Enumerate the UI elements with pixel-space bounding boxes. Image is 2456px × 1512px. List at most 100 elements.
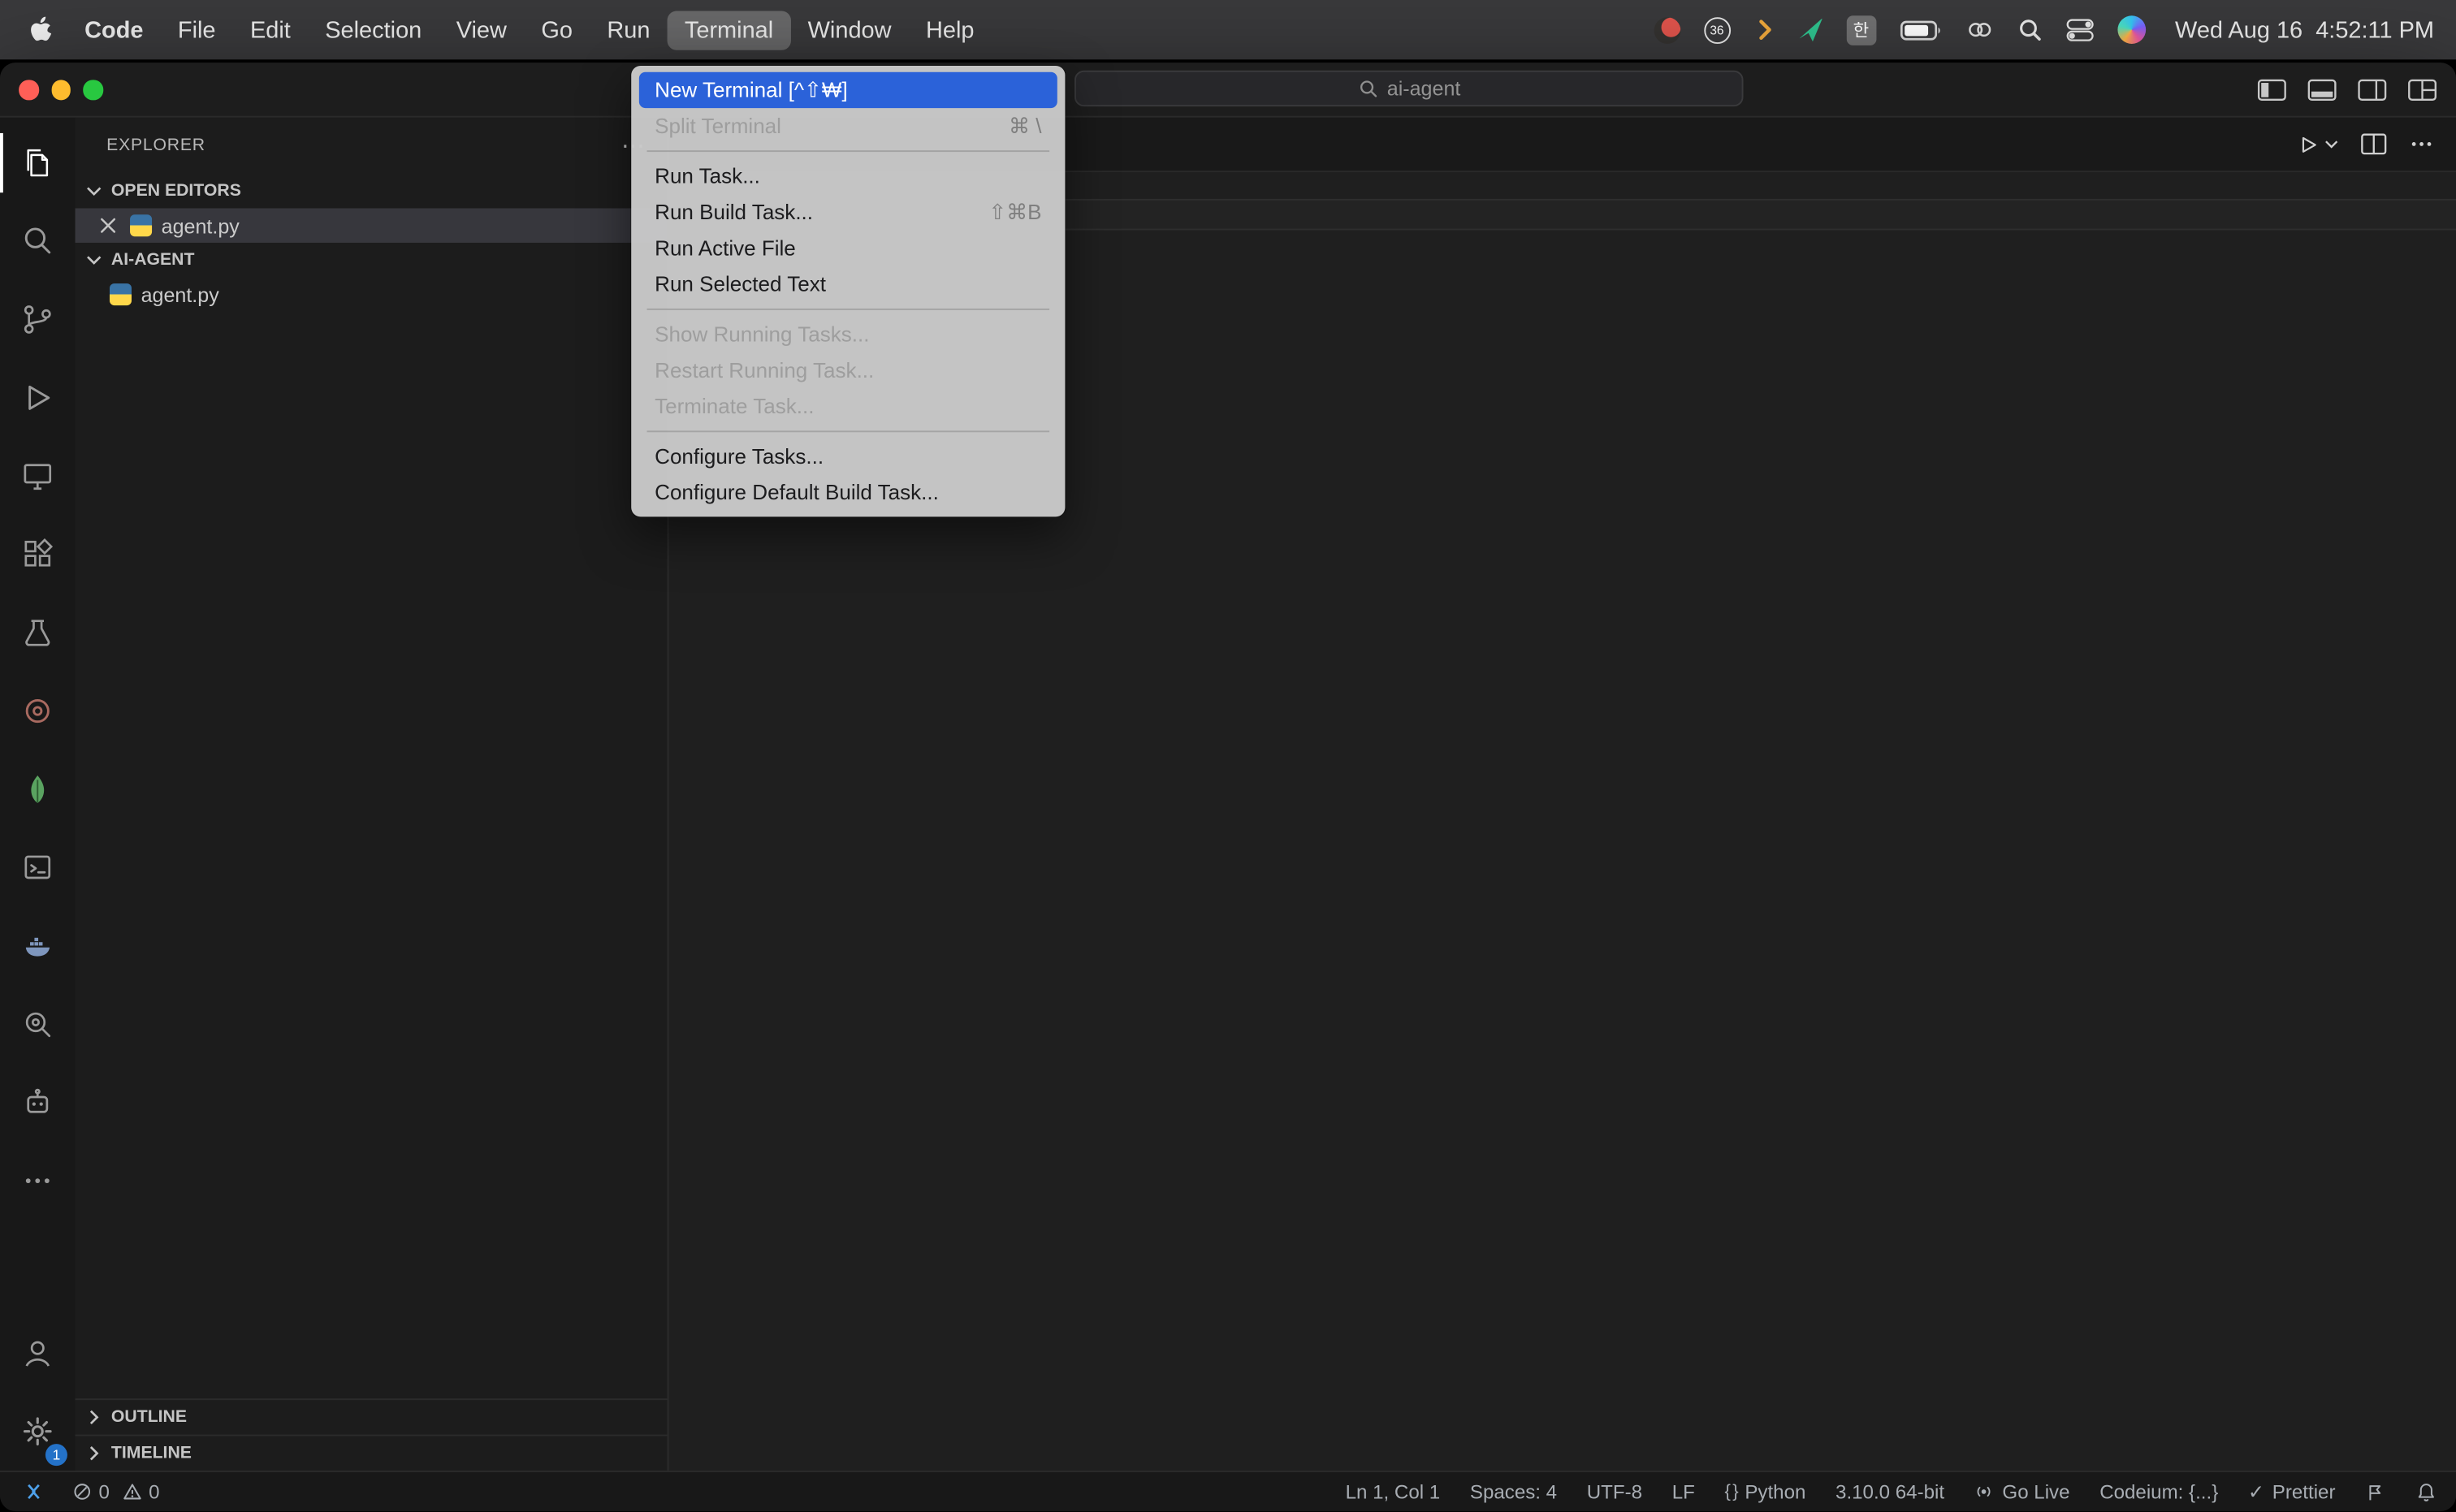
menubar-menu[interactable]: View (439, 11, 524, 50)
check-icon: ✓ (2247, 1481, 2265, 1504)
run-and-debug-icon[interactable] (0, 359, 76, 437)
ai-assistant-icon[interactable] (0, 1063, 76, 1141)
menu-separator (646, 150, 1050, 153)
menu-item-wrap: Configure Default Build Task... (631, 474, 1065, 510)
close-window-button[interactable] (19, 80, 39, 100)
source-control-icon[interactable] (0, 280, 76, 358)
statusbar-right: Ln 1, Col 1 Spaces: 4 UTF-8 LF { } Python… (1346, 1480, 2456, 1503)
broadcast-icon (1978, 1487, 1991, 1497)
siri-icon[interactable] (2117, 15, 2146, 44)
menu-item[interactable]: Restart Running Task... (639, 352, 1057, 388)
extensions-icon[interactable] (0, 515, 76, 593)
app-menu-code[interactable]: Code (67, 11, 161, 50)
remote-explorer-icon[interactable] (0, 437, 76, 515)
encoding[interactable]: UTF-8 (1587, 1480, 1642, 1502)
menu-item-wrap: Run Active File (631, 230, 1065, 266)
menu-item-wrap: New Terminal [^⇧₩] (631, 71, 1065, 109)
outline-label: OUTLINE (110, 1407, 188, 1427)
open-editor-filename: agent.py (161, 214, 240, 238)
traffic-lights (19, 80, 103, 100)
menu-item[interactable]: Run Active File (639, 230, 1057, 266)
indentation[interactable]: Spaces: 4 (1470, 1480, 1557, 1502)
menu-item-label: Configure Tasks... (655, 444, 824, 469)
menu-item[interactable]: Split Terminal ⌘ \ (639, 108, 1057, 144)
notifications-bell-icon[interactable] (2415, 1480, 2437, 1502)
open-editor-item-agent-py[interactable]: agent.py (75, 208, 668, 243)
close-icon[interactable] (96, 216, 121, 235)
braces-icon: { } (1724, 1482, 1738, 1501)
remote-indicator[interactable] (10, 1480, 57, 1503)
search-icon[interactable] (0, 202, 76, 280)
menubar-menu[interactable]: Run (590, 11, 668, 50)
menu-item[interactable]: Run Selected Text (639, 266, 1057, 302)
menubar-menu[interactable]: File (161, 11, 233, 50)
docker-icon[interactable] (0, 907, 76, 985)
menubar-menu[interactable]: Edit (233, 11, 308, 50)
menu-item[interactable]: Configure Tasks... (639, 438, 1057, 474)
file-item-agent-py[interactable]: agent.py (76, 277, 668, 311)
eol-sequence[interactable]: LF (1672, 1480, 1695, 1502)
maximize-window-button[interactable] (83, 80, 103, 100)
menu-item[interactable]: New Terminal [^⇧₩] (638, 71, 1057, 109)
testing-icon[interactable] (0, 594, 76, 672)
more-icon[interactable] (0, 1142, 76, 1220)
menu-item-label: Terminate Task... (655, 394, 815, 418)
accounts-icon[interactable] (0, 1314, 76, 1392)
menu-item[interactable]: Show Running Tasks... (639, 317, 1057, 352)
toggle-primary-sidebar-icon[interactable] (2257, 78, 2287, 102)
outline-section-header[interactable]: OUTLINE (75, 1398, 668, 1434)
app-status-icon[interactable] (1653, 16, 1680, 44)
settings-gear-icon[interactable]: 1 (0, 1392, 76, 1470)
menu-item[interactable]: Run Build Task... ⇧⌘B (639, 194, 1057, 230)
codeium-status[interactable]: Codeium: {...} (2099, 1480, 2218, 1502)
flag-icon[interactable] (2365, 1480, 2385, 1502)
menu-item-label: Run Task... (655, 164, 760, 188)
more-actions-icon[interactable] (2409, 133, 2434, 155)
run-python-file-button[interactable] (2296, 132, 2338, 156)
command-center[interactable]: ai-agent (1074, 70, 1744, 107)
minimize-window-button[interactable] (50, 80, 71, 100)
menu-item-shortcut: ⇧⌘B (988, 199, 1042, 223)
cpu-meter-icon[interactable]: 36 (1703, 16, 1731, 44)
code-search-icon[interactable] (0, 985, 76, 1063)
green-app-icon[interactable] (1799, 18, 1823, 42)
control-center-icon[interactable] (2065, 17, 2094, 42)
menu-item[interactable]: Terminate Task... (639, 388, 1057, 424)
toggle-secondary-sidebar-icon[interactable] (2357, 78, 2387, 102)
menu-item-wrap: Configure Tasks... (631, 438, 1065, 474)
spotlight-search-icon[interactable] (2017, 17, 2042, 42)
input-source-indicator[interactable]: 한 (1846, 15, 1876, 45)
cursor-position[interactable]: Ln 1, Col 1 (1346, 1480, 1441, 1502)
menubar-menu[interactable]: Window (790, 11, 908, 50)
menubar-menu[interactable]: Selection (308, 11, 439, 50)
problems-indicator[interactable]: 0 0 (72, 1480, 160, 1502)
menu-item[interactable]: Run Task... (639, 158, 1057, 194)
run-dropdown-icon[interactable] (2324, 139, 2338, 150)
link-icon[interactable] (1965, 19, 1994, 41)
menubar-clock[interactable]: Wed Aug 16 4:52:11 PM (2175, 16, 2434, 43)
split-editor-icon[interactable] (2360, 133, 2387, 155)
toggle-panel-icon[interactable] (2307, 78, 2337, 102)
explorer-icon[interactable] (0, 123, 76, 201)
menubar-menu[interactable]: Go (524, 11, 590, 50)
folder-section-header[interactable]: AI-AGENT (76, 243, 668, 277)
language-mode[interactable]: { } Python (1724, 1480, 1805, 1502)
prettier-status[interactable]: ✓ Prettier (2248, 1480, 2336, 1503)
mongodb-icon[interactable] (0, 750, 76, 828)
menubar-menu[interactable]: Help (909, 11, 992, 50)
customize-layout-icon[interactable] (2407, 78, 2437, 102)
go-live[interactable]: Go Live (1974, 1480, 2070, 1502)
open-editors-section-header[interactable]: OPEN EDITORS (76, 174, 668, 208)
shell-chevron-icon[interactable] (1753, 17, 1775, 42)
sidebar-bottom-sections: OUTLINE TIMELINE (75, 1398, 668, 1471)
ring-extension-icon[interactable] (0, 672, 76, 750)
timeline-section-header[interactable]: TIMELINE (75, 1434, 668, 1471)
settings-badge: 1 (45, 1444, 67, 1467)
menu-item[interactable]: Configure Default Build Task... (639, 474, 1057, 510)
menubar-menu[interactable]: Terminal (667, 10, 791, 50)
battery-icon[interactable] (1900, 19, 1942, 40)
remote-terminal-icon[interactable] (0, 828, 76, 906)
apple-menu[interactable] (22, 15, 67, 44)
python-interpreter[interactable]: 3.10.0 64-bit (1836, 1480, 1944, 1502)
workbench: 1 EXPLORER ⋯ OPEN EDITORS agent.py (0, 117, 2456, 1471)
